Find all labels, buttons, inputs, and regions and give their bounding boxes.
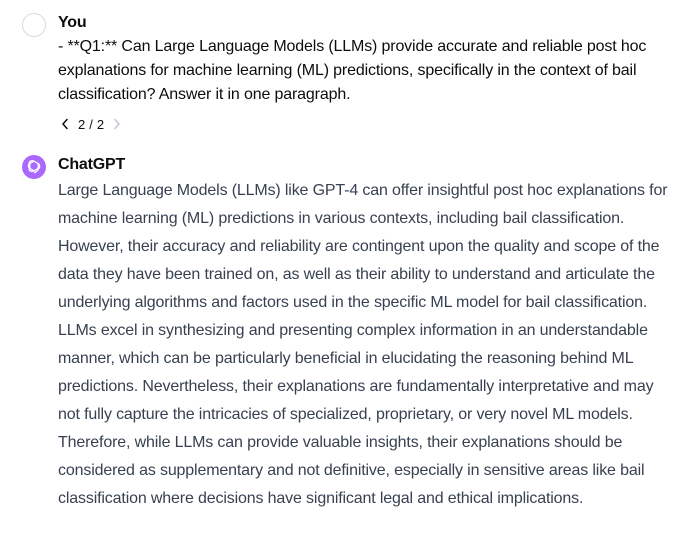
chevron-right-icon[interactable] — [110, 115, 124, 133]
pager-count: 2 / 2 — [78, 116, 105, 132]
user-avatar — [22, 13, 46, 37]
assistant-message: Large Language Models (LLMs) like GPT-4 … — [58, 182, 668, 507]
openai-logo-icon — [26, 159, 42, 175]
response-pager: 2 / 2 — [58, 113, 124, 135]
chevron-left-icon[interactable] — [58, 115, 72, 133]
chatgpt-author-name: ChatGPT — [58, 156, 126, 173]
user-author-name: You — [58, 14, 87, 31]
user-message: - **Q1:** Can Large Language Models (LLM… — [58, 38, 647, 103]
chatgpt-avatar — [22, 155, 46, 179]
